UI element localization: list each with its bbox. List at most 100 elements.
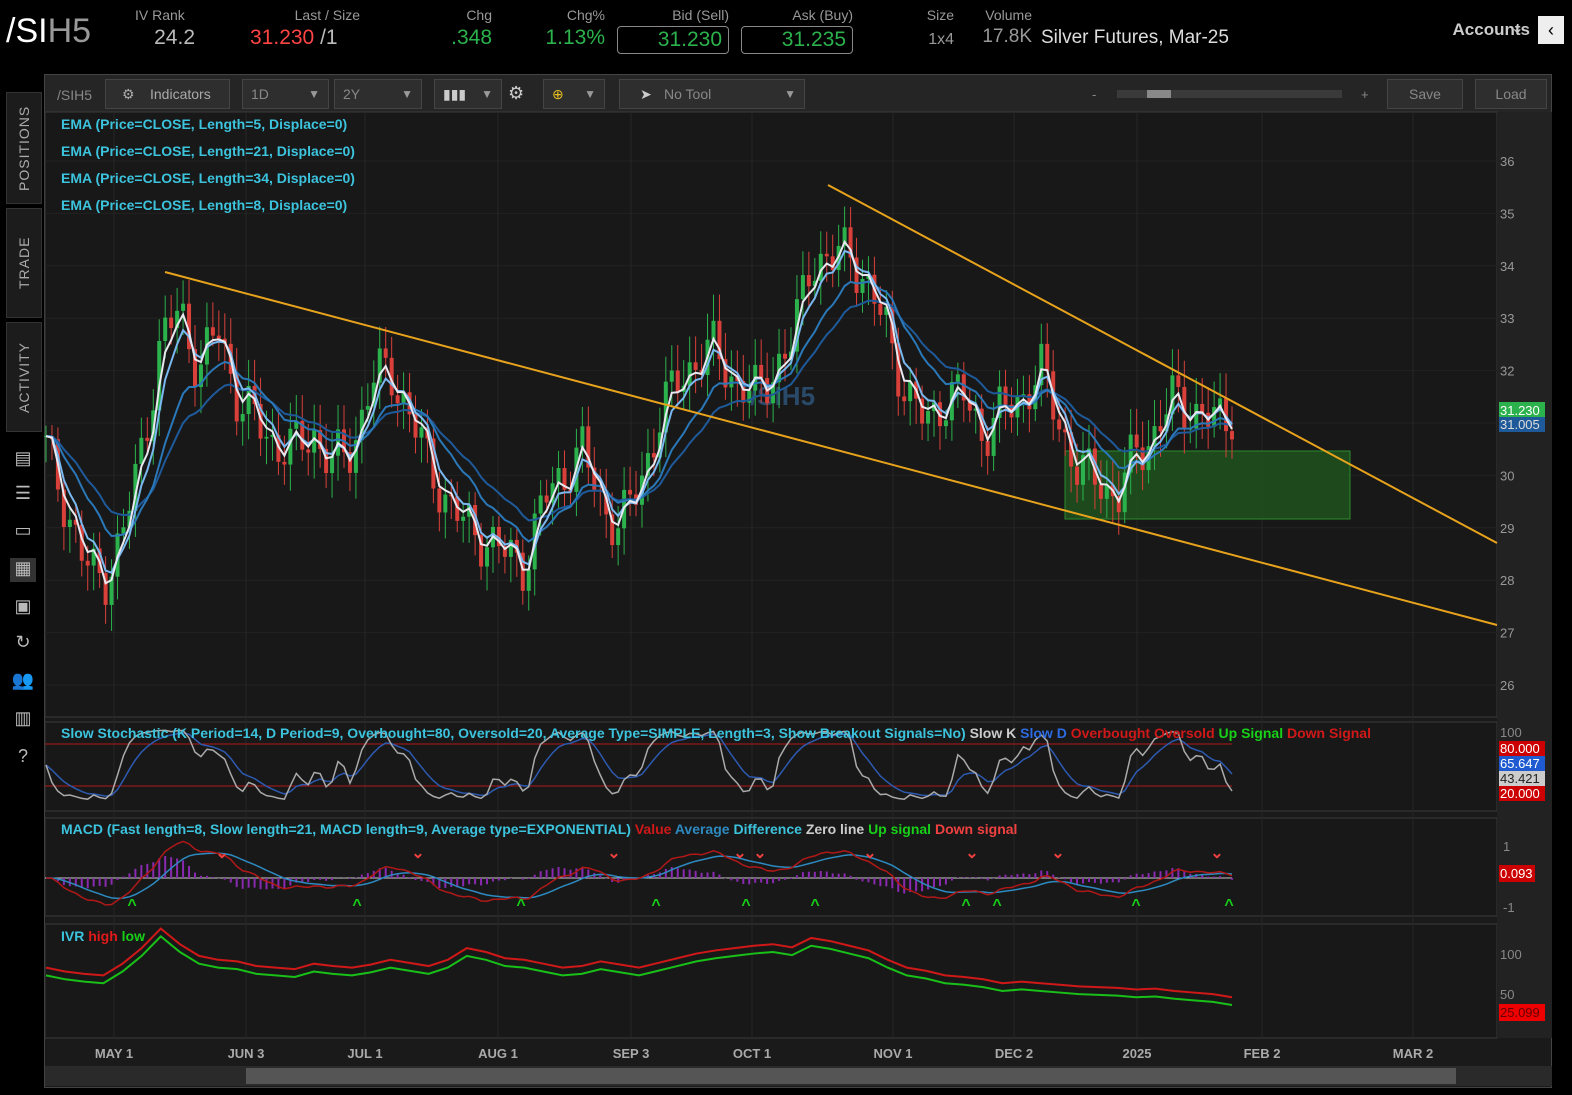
- candle: [485, 547, 490, 567]
- candle: [282, 461, 287, 465]
- candle: [616, 528, 621, 546]
- price-tick: 26: [1500, 678, 1514, 693]
- up-signal-marker: ^: [516, 897, 525, 914]
- stoch-value-text: 20.000: [1500, 786, 1540, 801]
- candle: [651, 453, 656, 458]
- stoch-axis-100: 100: [1500, 725, 1522, 740]
- ivr-legend[interactable]: IVR high low: [61, 928, 145, 944]
- candle: [306, 449, 311, 453]
- date-tick: AUG 1: [478, 1046, 518, 1061]
- candle: [538, 495, 543, 514]
- macd-axis-neg1: -1: [1503, 900, 1515, 915]
- down-signal-marker: ⌄: [1051, 845, 1064, 862]
- down-signal-marker: ⌄: [215, 845, 228, 862]
- candle: [181, 303, 186, 311]
- candle: [67, 519, 72, 527]
- chart-canvas[interactable]: /SIH5 ⌄⌄⌄⌄⌄⌄⌄⌄⌄^^^^^^^^^^ 36353433323130…: [0, 0, 1572, 1095]
- price-tick: 28: [1500, 573, 1514, 588]
- price-tick: 36: [1500, 154, 1514, 169]
- date-tick: MAY 1: [95, 1046, 133, 1061]
- candle: [264, 436, 269, 439]
- down-signal-marker: ⌄: [607, 845, 620, 862]
- down-signal-marker: ⌄: [863, 845, 876, 862]
- candle: [383, 348, 388, 358]
- date-tick: FEB 2: [1244, 1046, 1281, 1061]
- candle: [759, 364, 764, 379]
- up-signal-marker: ^: [992, 897, 1001, 914]
- candle: [1003, 386, 1008, 405]
- up-signal-marker: ^: [352, 897, 361, 914]
- candle: [1176, 375, 1181, 387]
- scrollbar-thumb[interactable]: [246, 1068, 1456, 1084]
- candle: [1098, 484, 1103, 499]
- candle: [1045, 343, 1050, 372]
- candle: [145, 437, 150, 441]
- candle: [675, 370, 680, 392]
- candle: [806, 275, 811, 287]
- date-tick: JUL 1: [347, 1046, 382, 1061]
- candle: [1134, 434, 1139, 448]
- ema-price-text: 31.005: [1500, 417, 1540, 432]
- panel-3: [44, 923, 1498, 1039]
- candle: [139, 437, 144, 464]
- up-signal-marker: ^: [810, 897, 819, 914]
- candle: [926, 411, 931, 424]
- macd-legend[interactable]: MACD (Fast length=8, Slow length=21, MAC…: [61, 821, 1017, 837]
- price-tick: 34: [1500, 259, 1514, 274]
- down-signal-marker: ⌄: [753, 845, 766, 862]
- candle: [443, 494, 448, 513]
- date-tick: NOV 1: [873, 1046, 912, 1061]
- candle: [878, 303, 883, 315]
- ivr-axis-50: 50: [1500, 987, 1514, 1002]
- up-signal-marker: ^: [961, 897, 970, 914]
- up-signal-marker: ^: [1131, 897, 1140, 914]
- date-tick: 2025: [1123, 1046, 1152, 1061]
- date-tick: OCT 1: [733, 1046, 771, 1061]
- down-signal-marker: ⌄: [965, 845, 978, 862]
- candle: [1158, 426, 1163, 432]
- ema5-legend[interactable]: EMA (Price=CLOSE, Length=5, Displace=0): [61, 116, 347, 132]
- candle: [1057, 419, 1062, 430]
- price-tick: 27: [1500, 626, 1514, 641]
- candle: [216, 335, 221, 339]
- candle: [1230, 431, 1234, 440]
- stoch-value-text: 80.000: [1500, 741, 1540, 756]
- ema8-legend[interactable]: EMA (Price=CLOSE, Length=8, Displace=0): [61, 197, 347, 213]
- candle: [365, 406, 370, 410]
- candle: [163, 317, 168, 341]
- price-tick: 35: [1500, 206, 1514, 221]
- stoch-value-text: 65.647: [1500, 756, 1540, 771]
- stoch-value-text: 43.421: [1500, 771, 1540, 786]
- price-tick: 33: [1500, 311, 1514, 326]
- candle: [526, 569, 531, 591]
- up-signal-marker: ^: [127, 897, 136, 914]
- down-signal-marker: ⌄: [1210, 845, 1223, 862]
- candle: [955, 374, 960, 382]
- date-tick: JUN 3: [228, 1046, 265, 1061]
- down-signal-marker: ⌄: [411, 845, 424, 862]
- candle: [461, 516, 466, 521]
- last-price-text: 31.230: [1500, 403, 1540, 418]
- candle: [783, 353, 788, 359]
- macd-value-text: 0.093: [1500, 866, 1533, 881]
- ema34-legend[interactable]: EMA (Price=CLOSE, Length=34, Displace=0): [61, 170, 355, 186]
- candle: [1075, 466, 1080, 485]
- ivr-axis-100: 100: [1500, 947, 1522, 962]
- candle: [669, 370, 674, 382]
- date-tick: MAR 2: [1393, 1046, 1433, 1061]
- candle: [628, 489, 633, 495]
- candle: [902, 396, 907, 402]
- candle: [693, 362, 698, 370]
- stochastic-legend[interactable]: Slow Stochastic (K Period=14, D Period=9…: [61, 725, 1371, 741]
- date-tick: DEC 2: [995, 1046, 1033, 1061]
- candle: [169, 317, 174, 329]
- macd-axis-1: 1: [1503, 839, 1510, 854]
- candle: [395, 395, 400, 404]
- candle: [860, 278, 865, 293]
- candle: [580, 426, 585, 448]
- candle: [419, 427, 424, 438]
- ema21-legend[interactable]: EMA (Price=CLOSE, Length=21, Displace=0): [61, 143, 355, 159]
- candle: [240, 414, 245, 422]
- price-tick: 32: [1500, 364, 1514, 379]
- price-tick: 30: [1500, 468, 1514, 483]
